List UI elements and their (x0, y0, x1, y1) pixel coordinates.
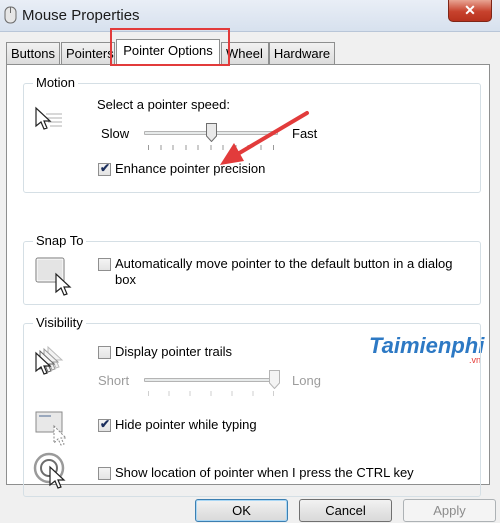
apply-button[interactable]: Apply (403, 499, 496, 522)
title-bar: Mouse Properties ✕ (0, 0, 500, 32)
show-location-icon (33, 452, 66, 489)
trail-length-track (144, 378, 278, 382)
trail-length-slider-thumb[interactable] (268, 370, 280, 389)
mouse-icon (4, 6, 17, 24)
pointer-trails-label: Display pointer trails (115, 344, 233, 359)
snap-to-group: Snap To Automatically move pointer to th… (23, 233, 481, 305)
enhance-precision-checkbox[interactable]: ✔ (98, 161, 111, 176)
snap-to-label-line1: Automatically move pointer to the defaul… (115, 256, 453, 271)
hide-pointer-checkbox[interactable]: ✔ (98, 417, 111, 432)
tab-pointer-options[interactable]: Pointer Options (116, 39, 220, 65)
show-location-checkbox[interactable] (98, 467, 111, 480)
visibility-group: Visibility Display pointer trails Short … (23, 315, 481, 497)
ok-button[interactable]: OK (195, 499, 288, 522)
slow-label: Slow (101, 126, 130, 141)
hide-pointer-label: Hide pointer while typing (115, 417, 257, 432)
long-label: Long (292, 373, 321, 388)
pointer-trails-checkbox[interactable] (98, 346, 111, 359)
hide-pointer-icon (35, 411, 68, 446)
pointer-speed-label: Select a pointer speed: (97, 97, 230, 112)
snap-to-group-title: Snap To (33, 233, 87, 248)
snap-to-checkbox[interactable] (98, 258, 111, 271)
close-button[interactable]: ✕ (448, 0, 492, 22)
tab-hardware[interactable]: Hardware (269, 42, 335, 64)
tab-buttons[interactable]: Buttons (6, 42, 60, 64)
snap-to-label-line2: box (115, 272, 136, 287)
dialog-client: Buttons Pointers Pointer Options Wheel H… (0, 28, 500, 523)
arrow-annotation (220, 111, 309, 165)
visibility-group-title: Visibility (33, 315, 86, 330)
pointer-options-panel: Motion Select a pointer speed: Slow Fast… (6, 64, 490, 497)
short-label: Short (98, 373, 130, 388)
window-title: Mouse Properties (22, 7, 140, 24)
show-location-label: Show location of pointer when I press th… (115, 465, 414, 480)
motion-group-title: Motion (33, 75, 79, 90)
trail-length-ticks (148, 391, 274, 396)
check-icon: ✔ (100, 161, 111, 175)
tab-wheel[interactable]: Wheel (221, 42, 269, 64)
cancel-button[interactable]: Cancel (299, 499, 392, 522)
tab-pointers[interactable]: Pointers (61, 42, 115, 64)
snap-to-icon (35, 257, 72, 296)
check-icon: ✔ (100, 417, 111, 431)
pointer-trails-icon (35, 345, 64, 375)
pointer-speed-icon (35, 106, 62, 130)
